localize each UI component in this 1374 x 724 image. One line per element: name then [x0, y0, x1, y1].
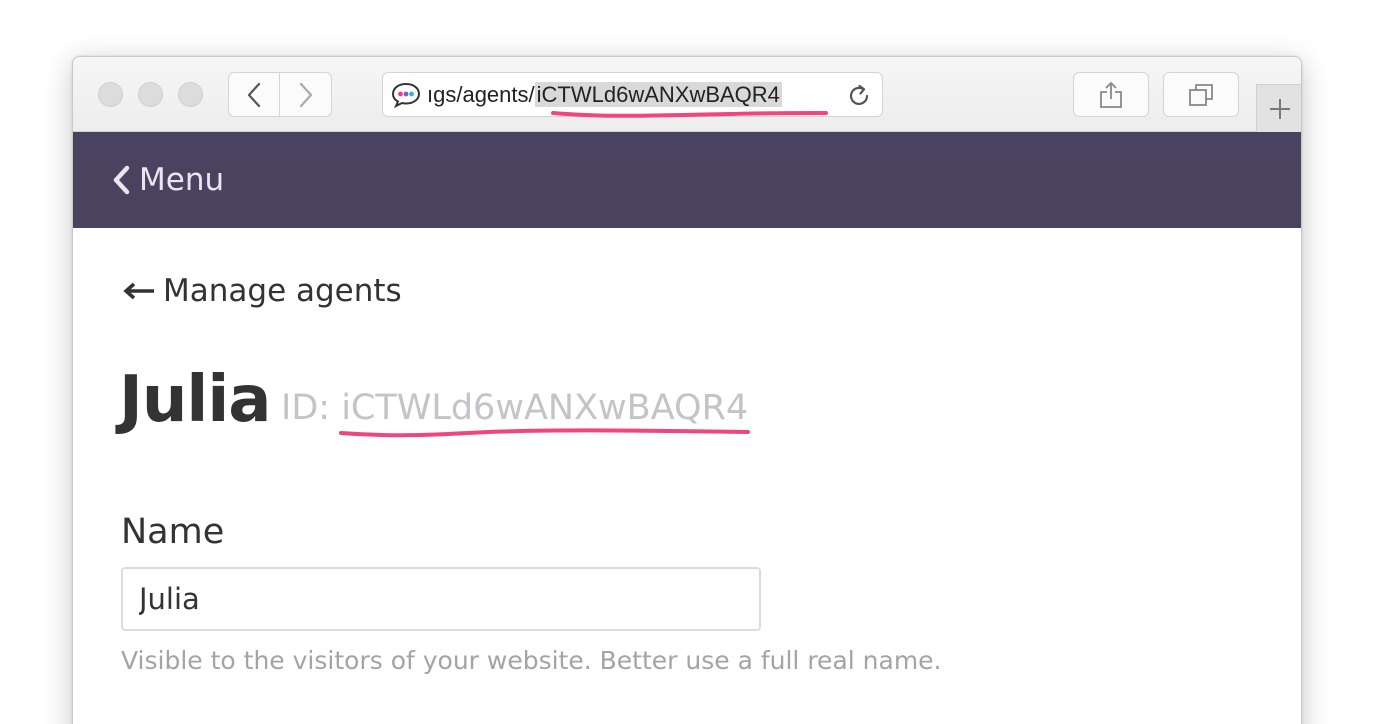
manage-agents-link[interactable]: Manage agents	[123, 273, 402, 309]
plus-icon	[1270, 98, 1290, 119]
arrow-left-icon	[123, 282, 154, 300]
menu-button[interactable]: Menu	[111, 162, 224, 198]
back-button[interactable]	[228, 72, 280, 117]
new-tab-button[interactable]	[1256, 84, 1301, 132]
browser-toolbar: ıgs/agents/iCTWLd6wANXwBAQR4	[73, 57, 1301, 132]
tabs-overview-button[interactable]	[1163, 72, 1239, 117]
tabs-overview-icon	[1189, 83, 1213, 106]
forward-button[interactable]	[280, 72, 332, 117]
chevron-left-icon	[113, 165, 130, 195]
chevron-left-icon	[247, 82, 261, 107]
id-highlight-annotation	[339, 428, 750, 438]
reload-icon[interactable]	[846, 83, 872, 109]
url-highlight-annotation	[551, 111, 828, 118]
url-selected-text: iCTWLd6wANXwBAQR4	[534, 82, 782, 107]
zoom-window-button[interactable]	[178, 82, 203, 107]
agent-id: ID: iCTWLd6wANXwBAQR4	[281, 388, 749, 428]
minimize-window-button[interactable]	[138, 82, 163, 107]
share-button[interactable]	[1073, 72, 1149, 117]
name-input[interactable]	[121, 567, 761, 631]
manage-agents-label: Manage agents	[163, 273, 402, 309]
name-label: Name	[121, 512, 225, 552]
menu-label: Menu	[139, 162, 225, 198]
page-title: Julia	[119, 363, 271, 437]
url-prefix: ıgs/agents/	[427, 82, 535, 107]
chat-bubble-icon	[391, 82, 421, 108]
close-window-button[interactable]	[98, 82, 123, 107]
chevron-right-icon	[299, 82, 312, 107]
share-icon	[1100, 81, 1122, 108]
main-content: Manage agents Julia ID: iCTWLd6wANXwBAQR…	[73, 228, 1301, 724]
name-help-text: Visible to the visitors of your website.…	[121, 646, 942, 675]
app-header: Menu	[73, 132, 1301, 228]
browser-window: ıgs/agents/iCTWLd6wANXwBAQR4 Menu Manage…	[72, 56, 1302, 724]
